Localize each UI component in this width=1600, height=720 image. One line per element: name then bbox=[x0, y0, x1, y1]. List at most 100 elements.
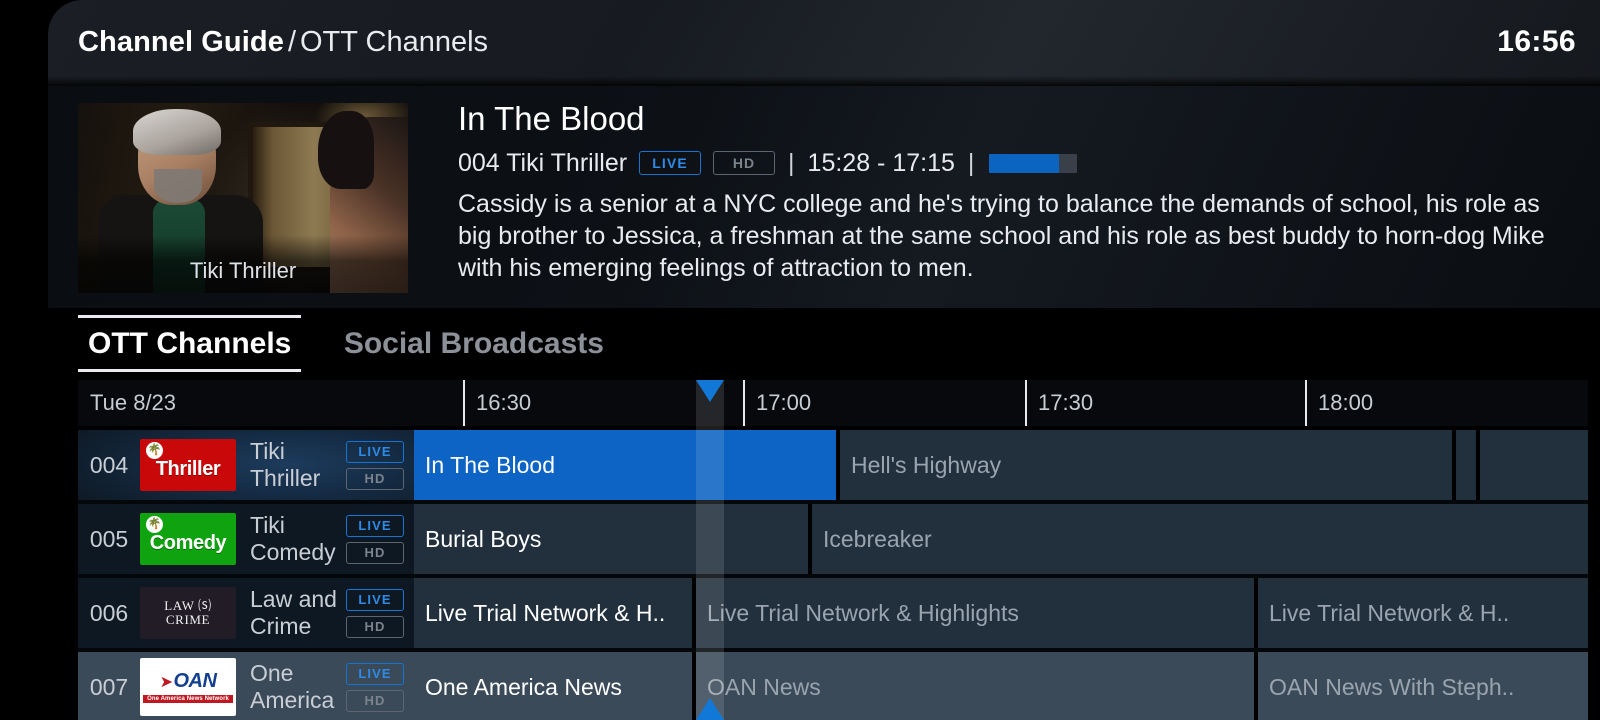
channel-logo-lawcrime: LAW ⒮ CRIME bbox=[140, 587, 236, 639]
program-cell[interactable] bbox=[1480, 430, 1588, 500]
channel-cell[interactable]: 004 🌴 Thriller Tiki Thriller LIVE HD bbox=[78, 430, 414, 500]
row-hd-badge: HD bbox=[346, 541, 404, 564]
thumbnail-caption-overlay: Tiki Thriller bbox=[78, 235, 408, 293]
guide-tabs: OTT Channels Social Broadcasts bbox=[78, 308, 1588, 380]
channel-name-line2: Comedy bbox=[250, 539, 336, 565]
channel-number: 007 bbox=[89, 673, 129, 700]
program-cell[interactable]: Live Trial Network & H.. bbox=[414, 578, 692, 648]
channel-name-line1: Tiki bbox=[250, 512, 285, 538]
tab-social-broadcasts[interactable]: Social Broadcasts bbox=[334, 308, 614, 380]
channel-logo-tagline: One America News Network bbox=[143, 695, 233, 703]
hd-badge: HD bbox=[713, 151, 776, 175]
program-cell[interactable]: OAN News With Steph.. bbox=[1258, 652, 1588, 720]
channel-name-line1: One bbox=[250, 660, 294, 686]
program-cell[interactable]: OAN News bbox=[696, 652, 1254, 720]
channel-badges: LIVE HD bbox=[346, 662, 414, 712]
palm-tree-icon: 🌴 bbox=[146, 442, 163, 459]
channel-logo-word: Comedy bbox=[149, 532, 227, 554]
clock: 16:56 bbox=[1497, 25, 1576, 58]
program-title: In The Blood bbox=[458, 100, 645, 137]
program-subline: 004 Tiki Thriller LIVE HD | 15:28 - 17:1… bbox=[458, 146, 1582, 180]
program-cell[interactable]: Icebreaker bbox=[812, 504, 1588, 574]
program-thumbnail[interactable]: Tiki Thriller bbox=[78, 103, 408, 293]
timeline-header: Tue 8/23 16:30 17:00 17:30 18:00 bbox=[78, 380, 1588, 426]
row-live-badge: LIVE bbox=[346, 588, 404, 611]
time-slot-3: 17:30 bbox=[1025, 380, 1305, 426]
channel-grid: Tue 8/23 16:30 17:00 17:30 18:00 004 🌴 Thr… bbox=[78, 380, 1588, 720]
breadcrumb-root[interactable]: Channel Guide bbox=[78, 26, 284, 58]
channel-logo-comedy: 🌴 Comedy bbox=[140, 513, 236, 565]
program-cell[interactable]: Live Trial Network & H.. bbox=[1258, 578, 1588, 648]
channel-row[interactable]: 005 🌴 Comedy Tiki Comedy LIVE HD Burial Boys Ice… bbox=[78, 504, 1588, 574]
channel-row[interactable]: 007 ➤OAN One America News Network One Americ… bbox=[78, 652, 1588, 720]
time-slot-1: 16:30 bbox=[463, 380, 745, 426]
guide-panel: Channel Guide / OTT Channels 16:56 Tiki Th… bbox=[48, 0, 1600, 720]
timeline-date: Tue 8/23 bbox=[90, 390, 177, 415]
program-cell[interactable]: Live Trial Network & Highlights bbox=[696, 578, 1254, 648]
channel-cell[interactable]: 007 ➤OAN One America News Network One Americ… bbox=[78, 652, 414, 720]
row-hd-badge: HD bbox=[346, 467, 404, 490]
row-live-badge: LIVE bbox=[346, 514, 404, 537]
program-description: Cassidy is a senior at a NYC college and… bbox=[458, 190, 1545, 282]
program-cell[interactable]: One America News bbox=[414, 652, 692, 720]
program-info-panel: Tiki Thriller In The Blood 004 Tiki Thri… bbox=[48, 86, 1600, 308]
channel-number: 006 bbox=[89, 599, 129, 626]
channel-logo-word: Thriller bbox=[155, 458, 221, 480]
channel-badges: LIVE HD bbox=[346, 440, 414, 490]
channel-logo-oan: ➤OAN One America News Network bbox=[140, 658, 236, 716]
row-hd-badge: HD bbox=[346, 615, 404, 638]
channel-badges: LIVE HD bbox=[346, 588, 414, 638]
channel-cell[interactable]: 006 LAW ⒮ CRIME Law and Crime LIVE HD bbox=[78, 578, 414, 648]
thumbnail-man-beard bbox=[154, 169, 202, 203]
app-header: Channel Guide / OTT Channels 16:56 bbox=[48, 0, 1600, 86]
program-progress-fill bbox=[989, 153, 1059, 173]
program-cell[interactable] bbox=[1456, 430, 1476, 500]
separator-pipe-right: | bbox=[967, 148, 975, 177]
row-hd-badge: HD bbox=[346, 689, 404, 712]
program-cells: Live Trial Network & H.. Live Trial Netwo… bbox=[414, 578, 1588, 648]
channel-number: 004 bbox=[89, 451, 129, 478]
time-slot-2: 17:00 bbox=[743, 380, 1025, 426]
channel-number: 005 bbox=[89, 525, 129, 552]
program-time-range: 15:28 - 17:15 bbox=[807, 148, 955, 177]
channel-name-line2: America bbox=[250, 687, 335, 713]
channel-name-line2: Crime bbox=[250, 613, 312, 639]
channel-row[interactable]: 006 LAW ⒮ CRIME Law and Crime LIVE HD Live Tria… bbox=[78, 578, 1588, 648]
channel-logo-line1: LAW ⒮ bbox=[164, 598, 212, 613]
channel-row[interactable]: 004 🌴 Thriller Tiki Thriller LIVE HD In The Blo… bbox=[78, 430, 1588, 500]
program-cell[interactable]: Burial Boys bbox=[414, 504, 808, 574]
channel-name: Tiki Thriller bbox=[236, 438, 346, 492]
program-cell[interactable]: In The Blood bbox=[414, 430, 836, 500]
program-cells: Burial Boys Icebreaker bbox=[414, 504, 1588, 574]
program-channel: 004 Tiki Thriller bbox=[458, 148, 628, 177]
thumbnail-man-hair bbox=[133, 109, 221, 155]
channel-name-line1: Law and bbox=[250, 586, 337, 612]
breadcrumb: Channel Guide / OTT Channels bbox=[78, 18, 488, 66]
channel-name-line1: Tiki bbox=[250, 438, 285, 464]
channel-name-line2: Thriller bbox=[250, 465, 321, 491]
breadcrumb-separator: / bbox=[287, 26, 296, 58]
channel-logo-mark: ➤OAN bbox=[159, 670, 217, 692]
thumbnail-caption: Tiki Thriller bbox=[189, 258, 297, 283]
row-live-badge: LIVE bbox=[346, 662, 404, 685]
channel-badges: LIVE HD bbox=[346, 514, 414, 564]
palm-tree-icon: 🌴 bbox=[146, 516, 163, 533]
channel-logo-line2: CRIME bbox=[165, 612, 211, 627]
guide-app: Channel Guide / OTT Channels 16:56 Tiki Th… bbox=[0, 0, 1600, 720]
program-meta: In The Blood 004 Tiki Thriller LIVE HD |… bbox=[458, 96, 1582, 284]
program-cell[interactable]: Hell's Highway bbox=[840, 430, 1452, 500]
program-cells: In The Blood Hell's Highway bbox=[414, 430, 1588, 500]
program-progress-bar bbox=[989, 153, 1078, 173]
tab-ott-channels[interactable]: OTT Channels bbox=[78, 308, 302, 380]
channel-name: Law and Crime bbox=[236, 586, 346, 640]
live-badge: LIVE bbox=[639, 151, 702, 175]
breadcrumb-current: OTT Channels bbox=[300, 26, 489, 58]
row-live-badge: LIVE bbox=[346, 440, 404, 463]
thumbnail-woman-hair bbox=[318, 111, 374, 189]
channel-logo-thriller: 🌴 Thriller bbox=[140, 439, 236, 491]
time-slot-4: 18:00 bbox=[1305, 380, 1588, 426]
channel-logo-mark-text: OAN bbox=[173, 670, 217, 692]
program-cells: One America News OAN News OAN News With St… bbox=[414, 652, 1588, 720]
channel-name: Tiki Comedy bbox=[236, 512, 346, 566]
channel-cell[interactable]: 005 🌴 Comedy Tiki Comedy LIVE HD bbox=[78, 504, 414, 574]
